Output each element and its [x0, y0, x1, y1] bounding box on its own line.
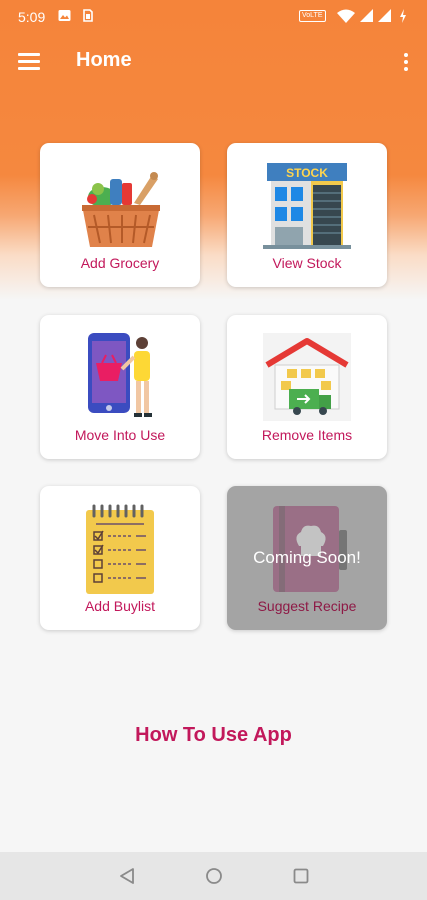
grocery-basket-icon	[82, 172, 160, 247]
page-title: Home	[76, 49, 132, 71]
volte-icon: VoLTE	[299, 10, 326, 22]
move-into-use-tile[interactable]: Move Into Use	[40, 315, 200, 459]
add-grocery-tile[interactable]: Add Grocery	[40, 143, 200, 287]
battery-charging-icon	[400, 9, 406, 23]
recents-icon[interactable]	[292, 866, 310, 886]
move-into-use-label: Move Into Use	[74, 427, 166, 443]
stock-warehouse-icon: STOCK	[263, 163, 351, 249]
checklist-notepad-icon	[86, 504, 154, 594]
remove-items-label: Remove Items	[261, 427, 353, 443]
remove-items-tile[interactable]: Remove Items	[227, 315, 387, 459]
add-buylist-tile[interactable]: Add Buylist	[40, 486, 200, 630]
signal-icon	[360, 9, 373, 22]
signal-icon	[378, 9, 391, 22]
view-stock-label: View Stock	[272, 255, 342, 271]
stock-sign-text: STOCK	[286, 166, 328, 180]
status-time: 5:09	[18, 9, 46, 25]
wifi-icon	[337, 9, 355, 23]
hamburger-menu-icon[interactable]	[18, 51, 40, 71]
coming-soon-overlay: Coming Soon!	[253, 548, 361, 567]
suggest-recipe-label: Suggest Recipe	[257, 598, 357, 614]
system-navigation-bar	[0, 852, 427, 900]
mobile-shopping-icon	[88, 333, 152, 417]
add-grocery-label: Add Grocery	[80, 255, 160, 271]
sim-icon	[83, 9, 93, 22]
view-stock-tile[interactable]: STOCK View Stock	[227, 143, 387, 287]
home-icon[interactable]	[204, 866, 224, 886]
more-vertical-icon[interactable]	[401, 52, 411, 72]
status-bar: 5:09 VoLTE	[0, 0, 427, 34]
back-icon[interactable]	[118, 866, 136, 886]
app-bar: Home	[0, 34, 427, 90]
image-icon	[58, 10, 71, 21]
add-buylist-label: Add Buylist	[84, 598, 156, 614]
suggest-recipe-tile[interactable]: Coming Soon! Suggest Recipe	[227, 486, 387, 630]
delivery-truck-icon	[263, 333, 351, 421]
how-to-use-app-link[interactable]: How To Use App	[0, 724, 427, 747]
